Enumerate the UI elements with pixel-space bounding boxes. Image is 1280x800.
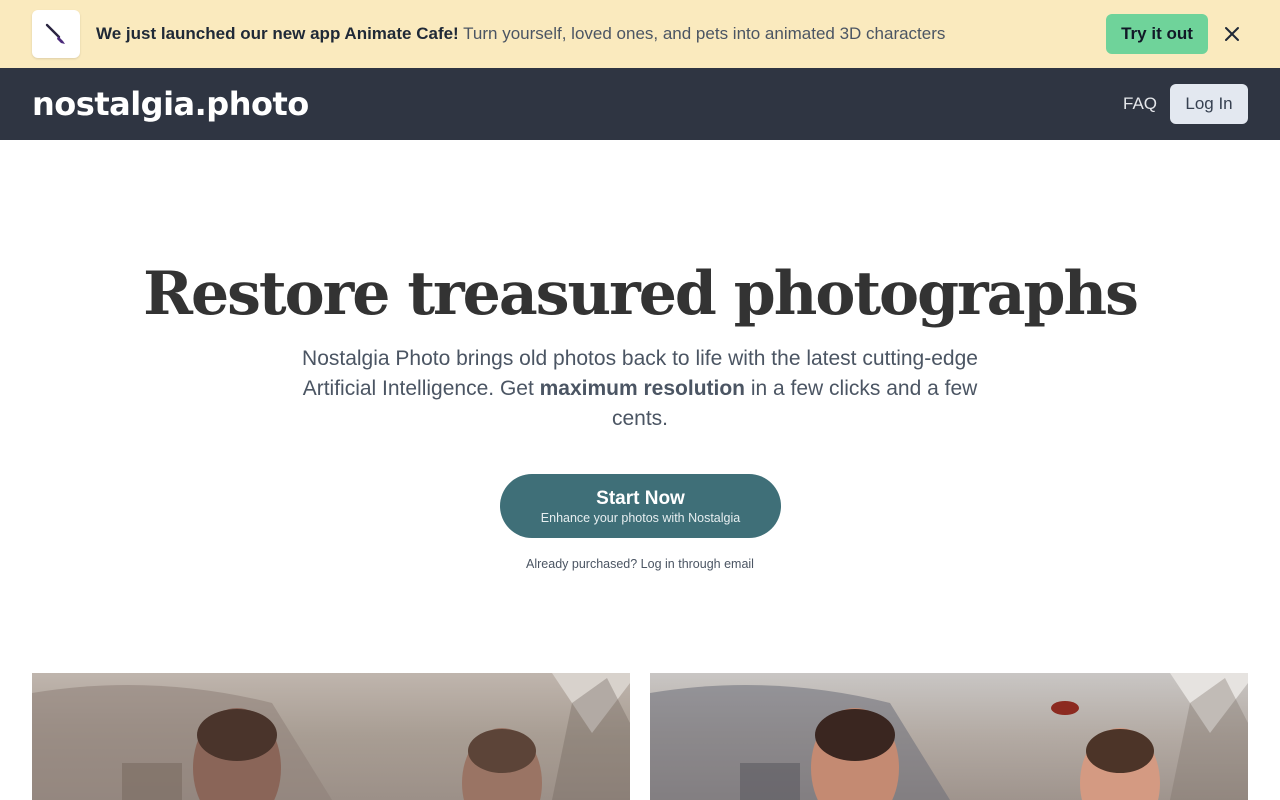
login-button[interactable]: Log In (1170, 84, 1248, 124)
after-photo-image (650, 673, 1248, 800)
after-photo (650, 673, 1248, 800)
close-icon (1225, 27, 1239, 41)
faq-link[interactable]: FAQ (1123, 94, 1157, 114)
paintbrush-icon (45, 23, 65, 44)
start-now-sublabel: Enhance your photos with Nostalgia (540, 511, 741, 525)
close-banner-button[interactable] (1220, 22, 1244, 46)
start-now-label: Start Now (596, 488, 685, 509)
hero-subtitle: Nostalgia Photo brings old photos back t… (300, 344, 980, 434)
site-header: nostalgia.photo FAQ Log In (0, 68, 1280, 140)
hero-subtitle-emphasis: maximum resolution (539, 377, 746, 400)
banner-headline: We just launched our new app Animate Caf… (96, 24, 459, 43)
start-now-button[interactable]: Start Now Enhance your photos with Nosta… (500, 474, 781, 538)
email-login-link[interactable]: Already purchased? Log in through email (0, 556, 1280, 572)
before-photo (32, 673, 630, 800)
try-it-out-button[interactable]: Try it out (1106, 14, 1208, 54)
announcement-banner: We just launched our new app Animate Caf… (0, 0, 1280, 68)
hero-title: Restore treasured photographs (143, 259, 1139, 329)
banner-message: We just launched our new app Animate Caf… (96, 23, 945, 45)
site-logo[interactable]: nostalgia.photo (32, 80, 309, 128)
banner-description: Turn yourself, loved ones, and pets into… (463, 24, 946, 43)
app-icon[interactable] (32, 10, 80, 58)
before-photo-image (32, 673, 630, 800)
